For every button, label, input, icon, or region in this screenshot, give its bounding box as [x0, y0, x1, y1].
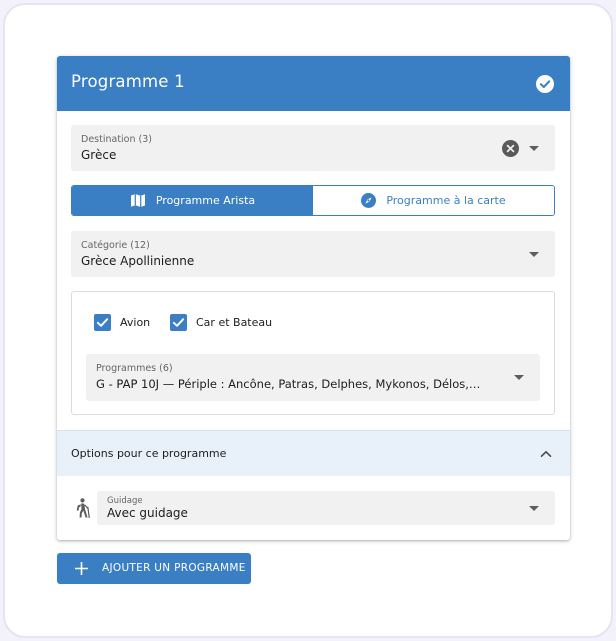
destination-value: Grèce [81, 148, 117, 162]
map-icon [130, 194, 145, 207]
destination-label: Destination (3) [81, 134, 152, 145]
program-a-la-carte-button[interactable]: Programme à la carte [313, 186, 554, 215]
chevron-down-icon[interactable] [529, 252, 539, 257]
compass-icon [361, 193, 377, 208]
category-select[interactable]: Catégorie (12) Grèce Apollinienne [71, 231, 555, 277]
add-programme-button[interactable]: AJOUTER UN PROGRAMME [57, 553, 251, 584]
category-label: Catégorie (12) [81, 240, 150, 251]
transport-programmes-box: Avion Car et Bateau Programmes (6) G - P… [71, 291, 555, 415]
chevron-down-icon[interactable] [529, 146, 539, 151]
chevron-up-icon[interactable] [540, 448, 552, 460]
programmes-value: G - PAP 10J — Périple : Ancône, Patras, … [96, 377, 481, 391]
checkmark-icon [172, 318, 185, 327]
category-value: Grèce Apollinienne [81, 254, 195, 268]
chevron-down-icon[interactable] [514, 375, 524, 380]
programme-card: Programme 1 Destination (3) Grèce Progra… [57, 56, 570, 540]
options-section-header[interactable]: Options pour ce programme [57, 430, 570, 476]
chevron-down-icon[interactable] [529, 506, 539, 511]
program-a-la-carte-label: Programme à la carte [386, 194, 506, 207]
car-et-bateau-checkbox[interactable] [170, 314, 187, 331]
options-title: Options pour ce programme [71, 447, 227, 460]
checkmark-icon [96, 318, 109, 327]
program-arista-label: Programme Arista [155, 194, 256, 207]
programmes-select[interactable]: Programmes (6) G - PAP 10J — Périple : A… [86, 354, 540, 401]
hiker-icon [76, 498, 90, 518]
guidage-label: Guidage [107, 496, 143, 506]
plus-icon [75, 562, 88, 575]
program-type-toggle: Programme Arista Programme à la carte [71, 185, 555, 216]
destination-select[interactable]: Destination (3) Grèce [71, 125, 555, 171]
guidage-value: Avec guidage [107, 506, 188, 520]
clear-circle-icon[interactable] [502, 140, 519, 157]
card-header: Programme 1 [57, 56, 570, 111]
programmes-label: Programmes (6) [96, 363, 173, 374]
card-title: Programme 1 [71, 72, 185, 91]
avion-checkbox[interactable] [94, 314, 111, 331]
car-et-bateau-label: Car et Bateau [196, 316, 273, 329]
guidage-select[interactable]: Guidage Avec guidage [97, 491, 555, 525]
program-arista-button[interactable]: Programme Arista [72, 186, 313, 215]
check-circle-icon[interactable] [536, 75, 554, 93]
add-programme-label: AJOUTER UN PROGRAMME [102, 562, 246, 574]
avion-label: Avion [120, 316, 151, 329]
